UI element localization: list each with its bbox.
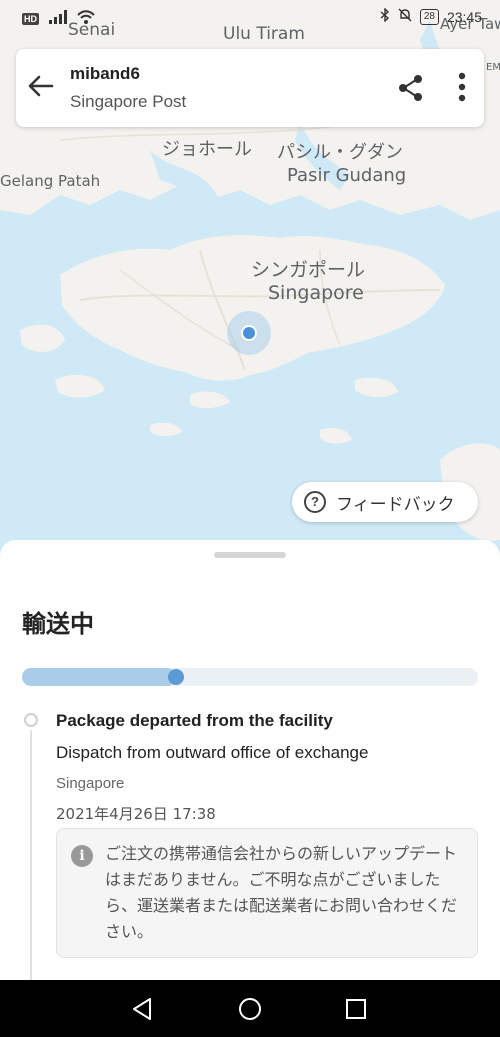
help-icon: ? — [304, 491, 326, 513]
arrow-left-icon — [28, 75, 54, 97]
mute-icon — [398, 8, 412, 25]
nav-back-button[interactable] — [130, 996, 156, 1022]
info-icon: i — [71, 845, 93, 867]
wifi-icon — [77, 10, 95, 27]
circle-home-icon — [239, 998, 261, 1020]
event-title: Package departed from the facility — [56, 711, 333, 730]
nav-recents-button[interactable] — [343, 996, 369, 1022]
page-title: miband6 — [70, 64, 140, 83]
notice-text: ご注文の携帯通信会社からの新しいアップデートはまだありません。ご不明な点がござい… — [105, 844, 458, 941]
map-label-singapore: Singapore — [268, 282, 364, 304]
more-vertical-icon — [458, 72, 466, 102]
hd-indicator: HD — [22, 12, 39, 25]
bluetooth-icon — [380, 7, 390, 25]
carrier-notice: i ご注文の携帯通信会社からの新しいアップデートはまだありません。ご不明な点がご… — [56, 828, 478, 958]
more-options-button[interactable] — [448, 71, 476, 105]
event-location: Singapore — [56, 775, 125, 792]
progress-marker — [168, 669, 184, 685]
tracking-sheet: 輸送中 Package departed from the facility D… — [0, 540, 500, 980]
square-recents-icon — [346, 999, 366, 1019]
clock: 23:45 — [446, 8, 482, 25]
battery-indicator: 28 — [419, 8, 439, 25]
event-description: Dispatch from outward office of exchange — [56, 743, 369, 762]
nav-home-button[interactable] — [237, 996, 263, 1022]
map-label-pasir-gudang: Pasir Gudang — [287, 165, 407, 186]
progress-bar — [22, 668, 478, 686]
progress-fill — [22, 668, 176, 686]
back-button[interactable] — [26, 71, 56, 101]
timeline-dot — [24, 713, 38, 727]
sheet-drag-handle[interactable] — [214, 552, 286, 558]
share-button[interactable] — [396, 73, 426, 103]
map-label-singapore-jp: シンガポール — [251, 259, 366, 281]
map-label-johor-jp: ジョホール — [162, 139, 252, 160]
map-label-edge: EM — [486, 62, 500, 73]
timeline-line — [30, 730, 32, 980]
map-label-gelang-patah: Gelang Patah — [0, 172, 101, 190]
share-icon — [399, 75, 422, 101]
status-bar: HD 28 23:45 — [0, 0, 500, 36]
event-datetime: 2021年4月26日 17:38 — [56, 805, 216, 823]
carrier-name: Singapore Post — [70, 92, 187, 111]
feedback-button[interactable]: ? フィードバック — [292, 482, 478, 522]
system-nav-bar — [0, 980, 500, 1037]
signal-icon — [49, 10, 67, 27]
header-card: miband6 Singapore Post — [16, 49, 484, 127]
shipment-status: 輸送中 — [22, 610, 94, 638]
map-label-pasir-gudang-jp: パシル・グダン — [277, 142, 403, 163]
triangle-back-icon — [133, 998, 151, 1020]
feedback-label: フィードバック — [336, 494, 455, 515]
